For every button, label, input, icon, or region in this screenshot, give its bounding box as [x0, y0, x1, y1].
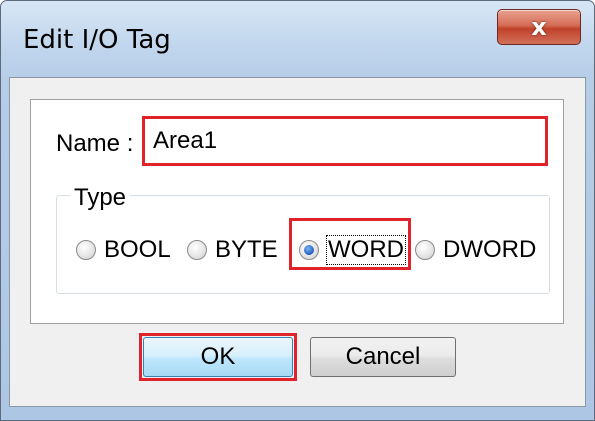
edit-io-tag-dialog: Edit I/O Tag x Name : Type BOOL BYTE WOR…	[0, 0, 595, 421]
dialog-client-area: Name : Type BOOL BYTE WORD DWORD OK Canc…	[9, 77, 586, 407]
cancel-button[interactable]: Cancel	[310, 337, 456, 377]
radio-dword[interactable]: DWORD	[415, 236, 536, 264]
radio-button-icon[interactable]	[76, 240, 96, 260]
ok-highlight-box	[139, 333, 297, 381]
radio-dword-label: DWORD	[443, 236, 537, 263]
radio-byte-label: BYTE	[215, 236, 278, 263]
name-input[interactable]	[142, 116, 548, 166]
close-button[interactable]: x	[497, 9, 581, 45]
type-legend: Type	[70, 184, 131, 212]
radio-byte[interactable]: BYTE	[187, 236, 278, 264]
window-title: Edit I/O Tag	[23, 25, 171, 55]
close-icon: x	[531, 13, 547, 41]
radio-button-icon[interactable]	[415, 240, 435, 260]
radio-button-icon[interactable]	[187, 240, 207, 260]
radio-bool-label: BOOL	[104, 236, 171, 263]
name-label: Name :	[56, 130, 134, 157]
word-highlight-box	[289, 218, 411, 270]
radio-bool[interactable]: BOOL	[76, 236, 171, 264]
titlebar[interactable]: Edit I/O Tag x	[1, 1, 594, 75]
